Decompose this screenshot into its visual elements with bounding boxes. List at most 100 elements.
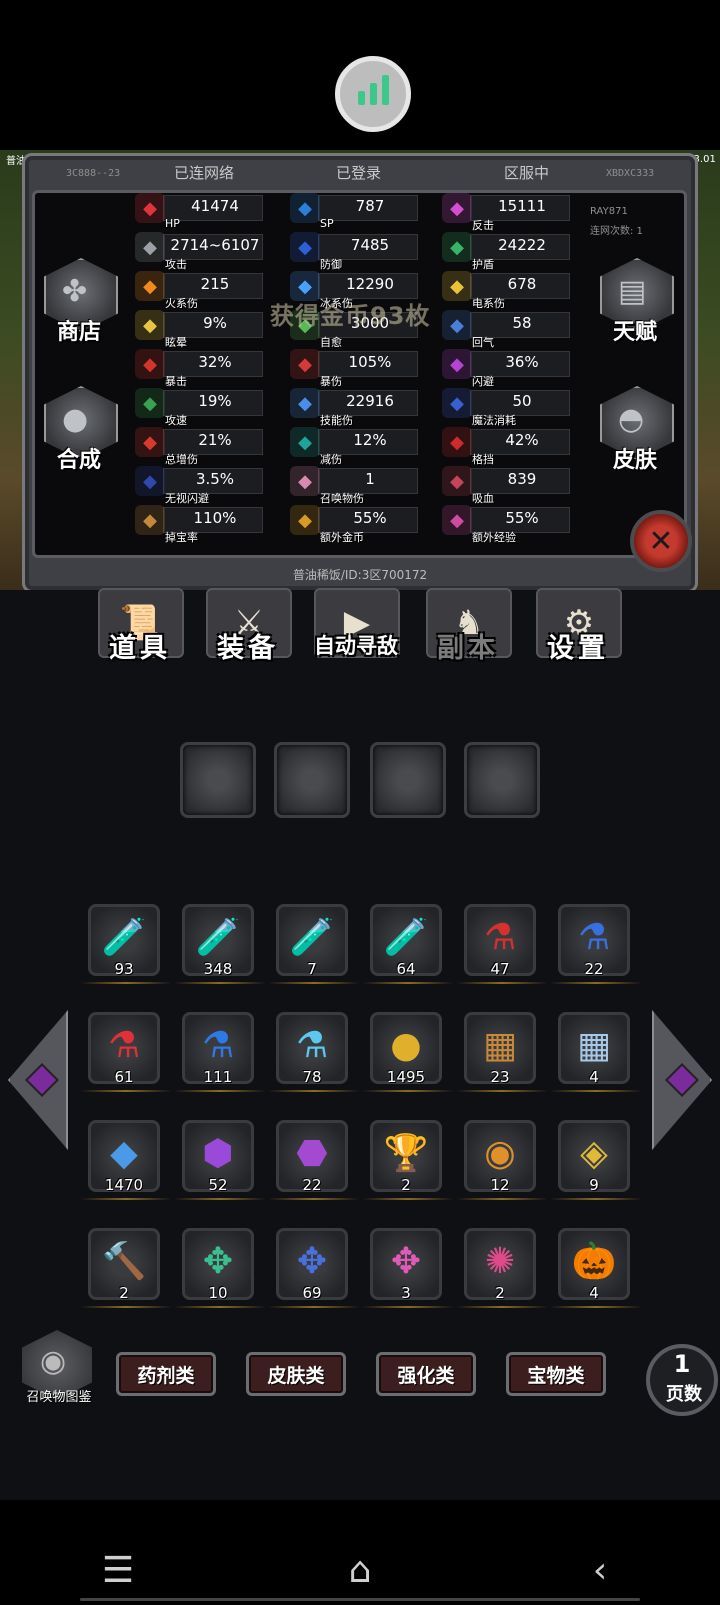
item-count: 4 <box>589 1068 599 1086</box>
stat-value: 678 <box>507 275 537 293</box>
menu-label: 副本 <box>437 633 499 664</box>
exp-icon: ◆ <box>442 505 472 535</box>
next-page-arrow[interactable] <box>652 1010 712 1150</box>
inventory-item[interactable]: ⬢ 52 <box>174 1120 266 1202</box>
shop-button[interactable]: ✤ 商店 <box>38 258 118 345</box>
back-icon[interactable]: ‹ <box>570 1550 630 1591</box>
inventory-item[interactable]: ✥ 69 <box>268 1228 360 1310</box>
stat-15: ◆ 19% 攻速 <box>135 388 275 427</box>
inventory-item[interactable]: ✥ 10 <box>174 1228 266 1310</box>
stat-9: ◆ 9% 眩晕 <box>135 310 275 349</box>
stat-14: ◆ 36% 闪避 <box>442 349 582 388</box>
gold-hammer-icon: 🔨 <box>101 1241 147 1282</box>
shield-icon: ◆ <box>290 232 320 262</box>
stat-label: 自愈 <box>320 336 342 349</box>
small-sp-vial-icon: 🧪 <box>195 917 241 958</box>
item-count: 10 <box>208 1284 228 1302</box>
menu-item-3[interactable]: ♞ 副本 <box>420 588 516 680</box>
menu-label: 设置 <box>547 633 609 664</box>
equipment-slot[interactable] <box>274 742 350 818</box>
stat-label: 护盾 <box>472 258 494 271</box>
gold-gain-toast: 获得金币93枚 <box>270 302 431 330</box>
inventory-item[interactable]: ▦ 4 <box>550 1012 642 1094</box>
menu-item-2[interactable]: ▶ 自动寻敌 <box>308 588 404 680</box>
inventory-item[interactable]: 🎃 4 <box>550 1228 642 1310</box>
craft-button[interactable]: ● 合成 <box>38 386 118 473</box>
inventory-item[interactable]: ◈ 9 <box>550 1120 642 1202</box>
equipment-slot[interactable] <box>370 742 446 818</box>
inventory-item[interactable]: ✥ 3 <box>362 1228 454 1310</box>
account-user: RAY871 <box>590 206 628 217</box>
equipment-slot[interactable] <box>180 742 256 818</box>
stat-label: 暴伤 <box>320 375 342 388</box>
inventory-item[interactable]: 🧪 7 <box>268 904 360 986</box>
inventory-item[interactable]: ⚗ 111 <box>174 1012 266 1094</box>
inventory-item[interactable]: ● 1495 <box>362 1012 454 1094</box>
menu-item-0[interactable]: 📜 道具 <box>92 588 188 680</box>
skin-button[interactable]: ◓ 皮肤 <box>594 386 674 473</box>
home-icon[interactable]: ⌂ <box>330 1550 390 1591</box>
inventory-item[interactable]: ✺ 2 <box>456 1228 548 1310</box>
big-red-potion-icon: ⚗ <box>107 1024 141 1066</box>
lightning-icon: ◆ <box>442 271 472 301</box>
inventory-item[interactable]: 🧪 348 <box>174 904 266 986</box>
category-tab[interactable]: 皮肤类 <box>246 1352 346 1396</box>
gold-rune-icon: ◈ <box>580 1132 608 1174</box>
wolf-icon: ◉ <box>40 1344 67 1379</box>
fist-icon: ◆ <box>135 427 165 457</box>
pumpkin-icon: 🎃 <box>571 1241 617 1282</box>
purple-gem-icon: ⬣ <box>296 1132 328 1174</box>
stat-21: ◆ 3.5% 无视闪避 <box>135 466 275 505</box>
stat-label: 总增伤 <box>165 453 198 466</box>
summon-guide-button[interactable]: ◉ 召唤物图鉴 <box>20 1330 94 1405</box>
inventory-item[interactable]: 🏆 2 <box>362 1120 454 1202</box>
stat-value: 787 <box>355 197 385 215</box>
heart-icon: ◆ <box>135 193 165 223</box>
crossed-swords-icon: ◆ <box>135 232 165 262</box>
equipment-slot[interactable] <box>464 742 540 818</box>
stat-label: 掉宝率 <box>165 531 198 544</box>
inventory-item[interactable]: ⬣ 22 <box>268 1120 360 1202</box>
cyan-potion-icon: ⚗ <box>295 1024 329 1066</box>
category-tab[interactable]: 宝物类 <box>506 1352 606 1396</box>
talent-button[interactable]: ▤ 天赋 <box>594 258 674 345</box>
inventory-item[interactable]: ◉ 12 <box>456 1120 548 1202</box>
inventory-item[interactable]: 🔨 2 <box>80 1228 172 1310</box>
login-status: 已登录 <box>336 164 382 182</box>
page-indicator-button[interactable]: 1 页数 <box>646 1344 718 1416</box>
stat-label: 防御 <box>320 258 342 271</box>
inventory-item[interactable]: ⚗ 61 <box>80 1012 172 1094</box>
fireball-icon: ◆ <box>135 271 165 301</box>
menu-label: 装备 <box>217 633 279 664</box>
inventory-item[interactable]: ⚗ 47 <box>456 904 548 986</box>
stat-12: ◆ 32% 暴击 <box>135 349 275 388</box>
network-signal-button[interactable] <box>335 56 411 132</box>
prev-page-arrow[interactable] <box>8 1010 68 1150</box>
stat-value: 41474 <box>191 197 239 215</box>
menu-item-1[interactable]: ⚔ 装备 <box>200 588 296 680</box>
inventory-item[interactable]: ◆ 1470 <box>80 1120 172 1202</box>
magic-circle-icon: ✺ <box>484 1240 516 1282</box>
stat-22: ◆ 1 召唤物伤 <box>290 466 430 505</box>
close-panel-button[interactable]: ✕ <box>630 510 692 572</box>
inventory-item[interactable]: ⚗ 22 <box>550 904 642 986</box>
menu-icon[interactable]: ☰ <box>88 1550 148 1591</box>
stat-value: 12290 <box>346 275 394 293</box>
menu-item-4[interactable]: ⚙ 设置 <box>530 588 626 680</box>
stat-value: 58 <box>512 314 532 332</box>
stat-value: 55% <box>505 509 539 527</box>
inventory-item[interactable]: 🧪 64 <box>362 904 454 986</box>
inventory-item[interactable]: ▦ 23 <box>456 1012 548 1094</box>
inventory-item[interactable]: 🧪 93 <box>80 904 172 986</box>
item-count: 78 <box>302 1068 322 1086</box>
inventory-item[interactable]: ⚗ 78 <box>268 1012 360 1094</box>
blue-rune-icon: ✥ <box>296 1240 328 1282</box>
stat-label: SP <box>320 217 334 230</box>
item-count: 3 <box>401 1284 411 1302</box>
item-count: 4 <box>589 1284 599 1302</box>
item-count: 64 <box>396 960 416 978</box>
category-tab[interactable]: 强化类 <box>376 1352 476 1396</box>
signal-bar-icon <box>357 91 365 105</box>
item-count: 12 <box>490 1176 510 1194</box>
category-tab[interactable]: 药剂类 <box>116 1352 216 1396</box>
